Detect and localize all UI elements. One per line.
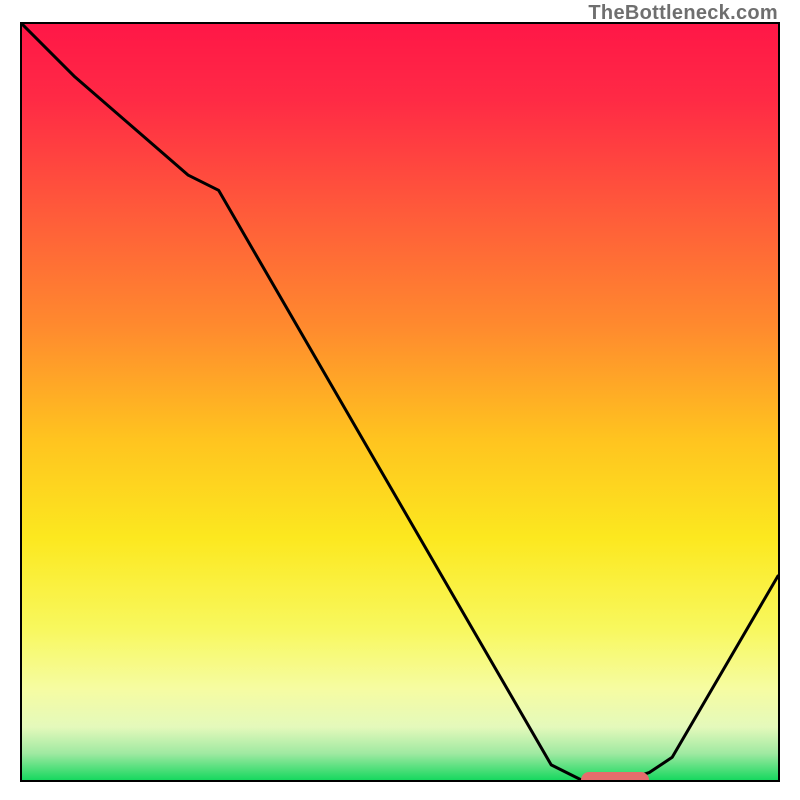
chart-background-gradient [22, 24, 778, 780]
sweet-spot-marker [581, 772, 649, 782]
chart-frame [20, 22, 780, 782]
chart-canvas [22, 24, 778, 780]
